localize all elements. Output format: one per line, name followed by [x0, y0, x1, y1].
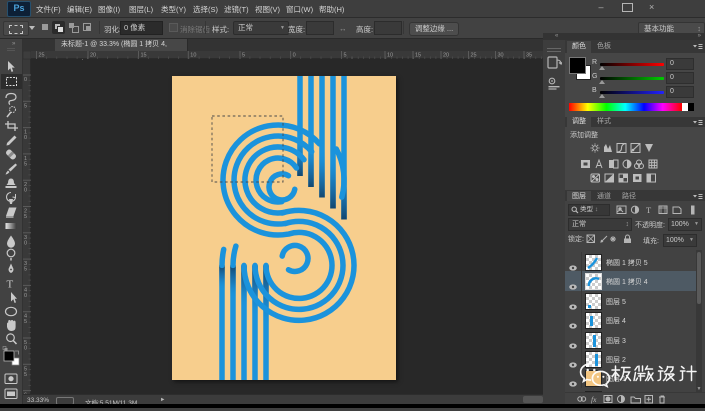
svg-text:5: 5: [24, 214, 27, 220]
svg-text:5: 5: [24, 103, 27, 109]
svg-text:20: 20: [90, 53, 96, 59]
svg-text:0: 0: [24, 346, 27, 352]
svg-text:5: 5: [24, 372, 27, 378]
svg-text:0: 0: [24, 135, 27, 141]
svg-text:15: 15: [415, 53, 421, 59]
svg-text:10: 10: [387, 53, 393, 59]
svg-text:10: 10: [190, 53, 196, 59]
svg-text:0: 0: [24, 293, 27, 299]
svg-text:0: 0: [24, 188, 27, 194]
svg-text:5: 5: [242, 53, 245, 59]
svg-text:35: 35: [526, 53, 532, 59]
svg-text:fx: fx: [591, 395, 597, 404]
svg-text:T: T: [7, 279, 14, 291]
svg-text:20: 20: [443, 53, 449, 59]
svg-text:5: 5: [344, 53, 347, 59]
svg-text:0: 0: [293, 53, 296, 59]
svg-text:25: 25: [39, 53, 45, 59]
svg-text:»: »: [12, 41, 16, 47]
svg-text:25: 25: [471, 53, 477, 59]
svg-text:5: 5: [24, 267, 27, 273]
svg-text:5: 5: [24, 161, 27, 167]
svg-text:0: 0: [24, 77, 27, 83]
svg-text:T: T: [646, 205, 652, 215]
svg-text:15: 15: [141, 53, 147, 59]
svg-text:5: 5: [24, 319, 27, 325]
svg-text:0: 0: [24, 240, 27, 246]
